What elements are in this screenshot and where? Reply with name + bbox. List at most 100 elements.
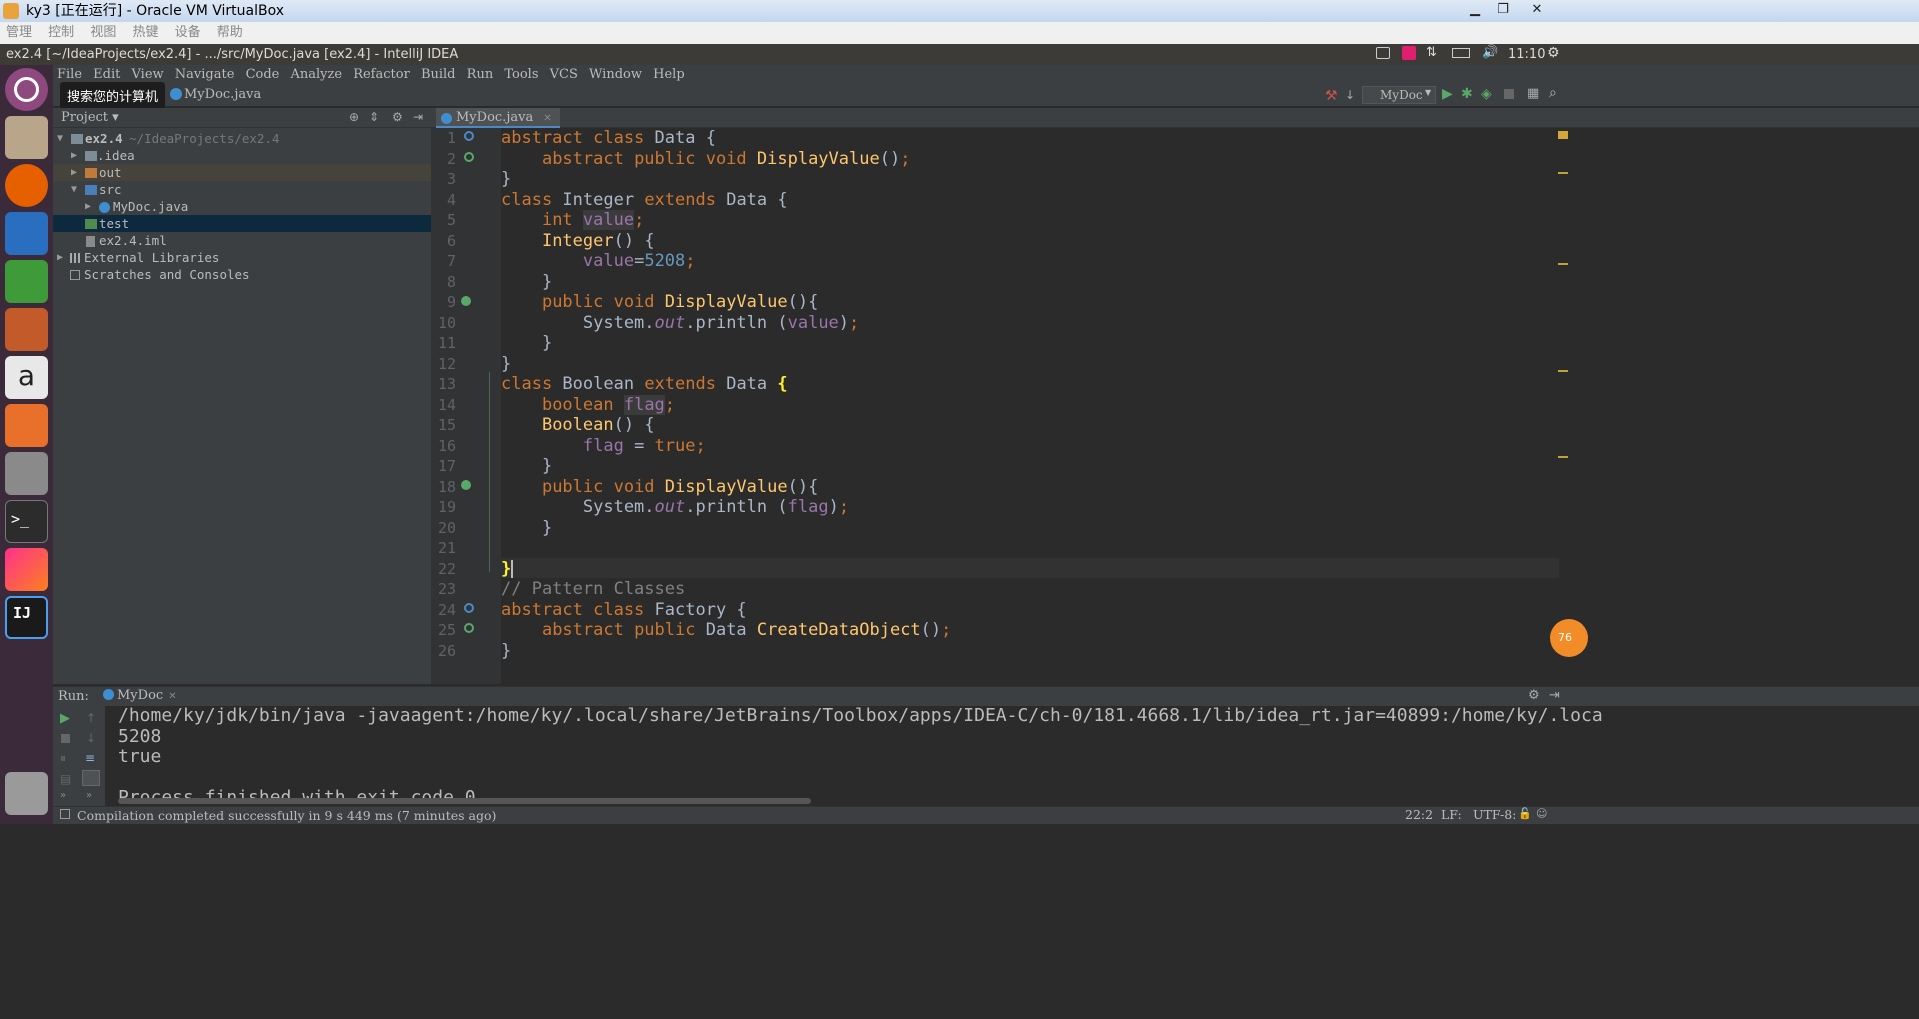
menu-analyze[interactable]: Analyze [291, 67, 343, 82]
expand-arrow-icon[interactable]: ▶ [71, 164, 77, 181]
expand-arrow-icon[interactable]: ▼ [57, 130, 63, 147]
breadcrumb[interactable]: MyDoc.java [184, 86, 261, 104]
menu-refactor[interactable]: Refactor [353, 67, 410, 82]
line-separator[interactable]: LF: [1441, 807, 1462, 823]
clock[interactable]: 11:10 [1508, 44, 1545, 65]
trash-icon[interactable] [5, 772, 48, 815]
expand-arrow-icon[interactable]: ▶ [57, 249, 63, 266]
error-stripe-mark[interactable] [1558, 456, 1568, 458]
implemented-marker-icon[interactable] [464, 603, 474, 613]
tree-item-src[interactable]: ▼ src [53, 181, 431, 198]
tree-item-scratches[interactable]: Scratches and Consoles [53, 266, 431, 283]
close-tab-icon[interactable]: ✕ [168, 691, 176, 702]
arrow-up-icon[interactable]: ↑ [86, 711, 96, 725]
firefox-icon[interactable] [5, 164, 48, 207]
inspection-ok-icon[interactable] [1558, 131, 1568, 139]
run-tab[interactable]: MyDoc ✕ [117, 687, 177, 706]
files-icon[interactable] [5, 116, 48, 159]
expand-arrow-icon[interactable]: ▶ [85, 198, 91, 215]
impress-icon[interactable] [5, 308, 48, 351]
gear-icon[interactable]: ⚙ [392, 110, 403, 124]
soft-wrap-icon[interactable]: ≡ [85, 751, 95, 765]
keyboard-icon[interactable] [1376, 47, 1390, 59]
implemented-marker-icon[interactable] [464, 152, 474, 162]
expand-arrow-icon[interactable]: ▼ [71, 181, 77, 198]
ubuntu-dash-icon[interactable] [5, 68, 48, 111]
console-horizontal-scrollbar[interactable] [118, 798, 811, 804]
amazon-icon[interactable]: a [5, 356, 48, 399]
menu-run[interactable]: Run [467, 67, 494, 82]
battery-icon[interactable] [1452, 48, 1470, 58]
tree-item-iml[interactable]: ex2.4.iml [53, 232, 431, 249]
collapse-icon[interactable]: ⇕ [369, 110, 379, 124]
tab-mydoc[interactable]: MyDoc.java ✕ [436, 108, 560, 128]
volume-icon[interactable]: 🔊 [1482, 45, 1498, 60]
expand-arrow-icon[interactable]: ▶ [71, 147, 77, 164]
tree-item-out[interactable]: ▶ out [53, 164, 431, 181]
tree-item-test[interactable]: test [53, 215, 431, 232]
build-hammer-icon[interactable]: ⚒ [1325, 88, 1338, 104]
dump-threads-icon[interactable]: ▤ [60, 772, 71, 786]
menu-manage[interactable]: 管理 [6, 25, 32, 40]
menu-window[interactable]: Window [589, 67, 642, 82]
arrow-down-icon[interactable]: ↓ [86, 731, 96, 745]
project-panel-title[interactable]: Project [61, 110, 108, 125]
project-structure-icon[interactable]: ▦ [1527, 86, 1539, 101]
tree-item-mydoc[interactable]: ▶ MyDoc.java [53, 198, 431, 215]
restore-button[interactable]: ❐ [1486, 0, 1520, 20]
chevron-down-icon[interactable]: ▼ [1425, 88, 1431, 97]
jetbrains-toolbox-icon[interactable] [1402, 46, 1416, 60]
arrow-down-icon[interactable]: ↓ [1345, 88, 1355, 102]
run-icon[interactable]: ▶ [1442, 86, 1453, 102]
coverage-icon[interactable]: ◈ [1481, 86, 1492, 102]
implemented-marker-icon[interactable] [464, 623, 474, 633]
stop-icon[interactable] [1504, 89, 1514, 99]
search-everywhere-icon[interactable]: ⌕ [1549, 85, 1557, 101]
toolbox-launcher-icon[interactable] [5, 548, 48, 591]
calc-icon[interactable] [5, 260, 48, 303]
file-encoding[interactable]: UTF-8: [1473, 807, 1516, 823]
software-center-icon[interactable] [5, 404, 48, 447]
power-gear-icon[interactable]: ⚙ [1547, 45, 1560, 61]
error-stripe-mark[interactable] [1558, 263, 1568, 265]
hide-panel-icon[interactable]: ⇥ [1549, 688, 1560, 703]
menu-hotkey[interactable]: 热键 [132, 25, 158, 40]
locate-icon[interactable]: ⊕ [349, 110, 359, 124]
editor-scrollbar[interactable] [1559, 128, 1568, 684]
error-stripe-mark[interactable] [1558, 370, 1568, 372]
menu-file[interactable]: File [57, 67, 82, 82]
writer-icon[interactable] [5, 212, 48, 255]
notification-badge[interactable]: 76 [1550, 619, 1588, 657]
menu-help[interactable]: Help [653, 67, 685, 82]
settings-icon[interactable] [5, 452, 48, 495]
menu-navigate[interactable]: Navigate [175, 67, 235, 82]
status-message[interactable]: Compilation completed successfully in 9 … [77, 808, 496, 823]
pause-icon[interactable]: ⏸ [60, 751, 66, 766]
inspector-icon[interactable]: ☺ [1536, 807, 1547, 820]
implemented-marker-icon[interactable] [464, 131, 474, 141]
menu-vcs[interactable]: VCS [550, 67, 578, 82]
tree-item-idea[interactable]: ▶ .idea [53, 147, 431, 164]
tree-item-root[interactable]: ▼ ex2.4 ~/IdeaProjects/ex2.4 [53, 130, 431, 147]
error-stripe-mark[interactable] [1558, 172, 1568, 174]
menu-control[interactable]: 控制 [48, 25, 74, 40]
network-icon[interactable]: ⇅ [1426, 45, 1437, 60]
tree-item-external-libraries[interactable]: ▶ External Libraries [53, 249, 431, 266]
rerun-icon[interactable]: ▶ [60, 711, 70, 726]
menu-code[interactable]: Code [246, 67, 280, 82]
more-icon[interactable]: » [60, 790, 66, 801]
close-button[interactable]: ✕ [1520, 0, 1554, 20]
scroll-to-end-icon[interactable] [82, 770, 100, 786]
override-marker-icon[interactable] [461, 296, 471, 306]
terminal-icon[interactable]: >_ [5, 500, 48, 543]
intellij-icon[interactable]: IJ [5, 596, 48, 639]
menu-help[interactable]: 帮助 [217, 25, 243, 40]
tool-window-toggle-icon[interactable] [60, 809, 70, 819]
lock-icon[interactable]: 🔓 [1518, 807, 1532, 820]
close-tab-icon[interactable]: ✕ [543, 113, 551, 124]
menu-build[interactable]: Build [421, 67, 456, 82]
debug-icon[interactable]: ✱ [1461, 86, 1473, 102]
gear-icon[interactable]: ⚙ [1528, 688, 1540, 703]
more-icon[interactable]: » [86, 790, 92, 801]
menu-devices[interactable]: 设备 [175, 25, 201, 40]
